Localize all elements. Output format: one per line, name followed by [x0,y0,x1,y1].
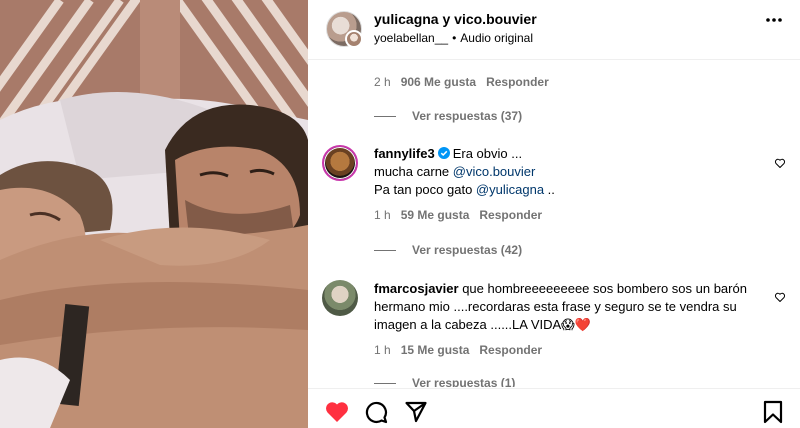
scream-emoji: 😱 [561,317,575,332]
comment-text-line1: Era obvio ... [452,146,523,161]
view-replies-button[interactable]: Ver respuestas (42) [374,243,522,257]
comment-time: 2 h [374,75,391,89]
author-connector: y [442,11,451,27]
author-username[interactable]: yulicagna [374,11,439,27]
audio-info: yoelabellan__ • Audio original [374,31,533,45]
comment-meta-top: 2 h 906 Me gusta Responder [374,75,559,89]
verified-badge-icon [437,147,450,159]
replies-divider [374,116,396,118]
share-icon[interactable] [404,400,428,424]
partial-comment-emoji [374,61,394,70]
comment-likes[interactable]: 906 Me gusta [401,75,476,89]
comment-text-line3-end: .. [544,182,555,197]
reply-button[interactable]: Responder [479,208,542,222]
post-image [0,0,308,428]
comment-text-line3: Pa tan poco gato [374,182,476,197]
view-replies-button[interactable]: Ver respuestas (37) [374,109,522,123]
commenter-username[interactable]: fannylife3 [374,146,435,161]
mention-link[interactable]: @vico.bouvier [453,164,536,179]
comment-like-icon[interactable] [774,157,786,169]
comment-meta: 1 h 15 Me gusta Responder [374,343,552,357]
commenter-username[interactable]: fmarcosjavier [374,281,459,296]
comment-meta: 1 h 59 Me gusta Responder [374,208,552,222]
comment-text-line2: mucha carne [374,164,453,179]
post-actions [308,388,800,428]
comment-time: 1 h [374,208,391,222]
comment-body: fmarcosjavier que hombreeeeeeeee sos bom… [374,280,764,334]
comment-likes[interactable]: 15 Me gusta [401,343,470,357]
coauthor-avatar[interactable] [345,30,363,48]
coauthor-username[interactable]: vico.bouvier [454,11,536,27]
view-replies-label: Ver respuestas (1) [412,376,516,387]
heart-filled-icon[interactable] [324,400,350,424]
commenter-avatar[interactable] [322,145,358,181]
more-horizontal-icon[interactable] [764,10,784,34]
post-panel: yulicagna y vico.bouvier yoelabellan__ • A… [308,0,800,428]
comment-likes[interactable]: 59 Me gusta [401,208,470,222]
view-replies-button[interactable]: Ver respuestas (1) [374,376,515,387]
replies-divider [374,383,396,385]
post-header: yulicagna y vico.bouvier yoelabellan__ • A… [308,0,800,60]
comments-list[interactable]: 2 h 906 Me gusta Responder Ver respuestas … [308,61,800,387]
post-media[interactable] [0,0,308,428]
reply-button[interactable]: Responder [486,75,549,89]
comment-like-icon[interactable] [774,291,786,303]
author-avatar[interactable] [326,11,363,48]
audio-label[interactable]: Audio original [460,31,533,45]
reply-button[interactable]: Responder [479,343,542,357]
comment-icon[interactable] [364,400,388,424]
comment-body: fannylife3 Era obvio ... mucha carne @vic… [374,145,764,199]
audio-username[interactable]: yoelabellan__ [374,31,448,45]
author-names: yulicagna y vico.bouvier [374,11,537,27]
view-replies-label: Ver respuestas (37) [412,109,523,123]
heart-emoji: ❤️ [574,317,591,332]
view-replies-label: Ver respuestas (42) [412,243,523,257]
replies-divider [374,250,396,252]
mention-link[interactable]: @yulicagna [476,182,544,197]
comment-time: 1 h [374,343,391,357]
commenter-avatar[interactable] [322,280,358,316]
audio-separator: • [452,31,457,45]
bookmark-icon[interactable] [762,400,784,424]
